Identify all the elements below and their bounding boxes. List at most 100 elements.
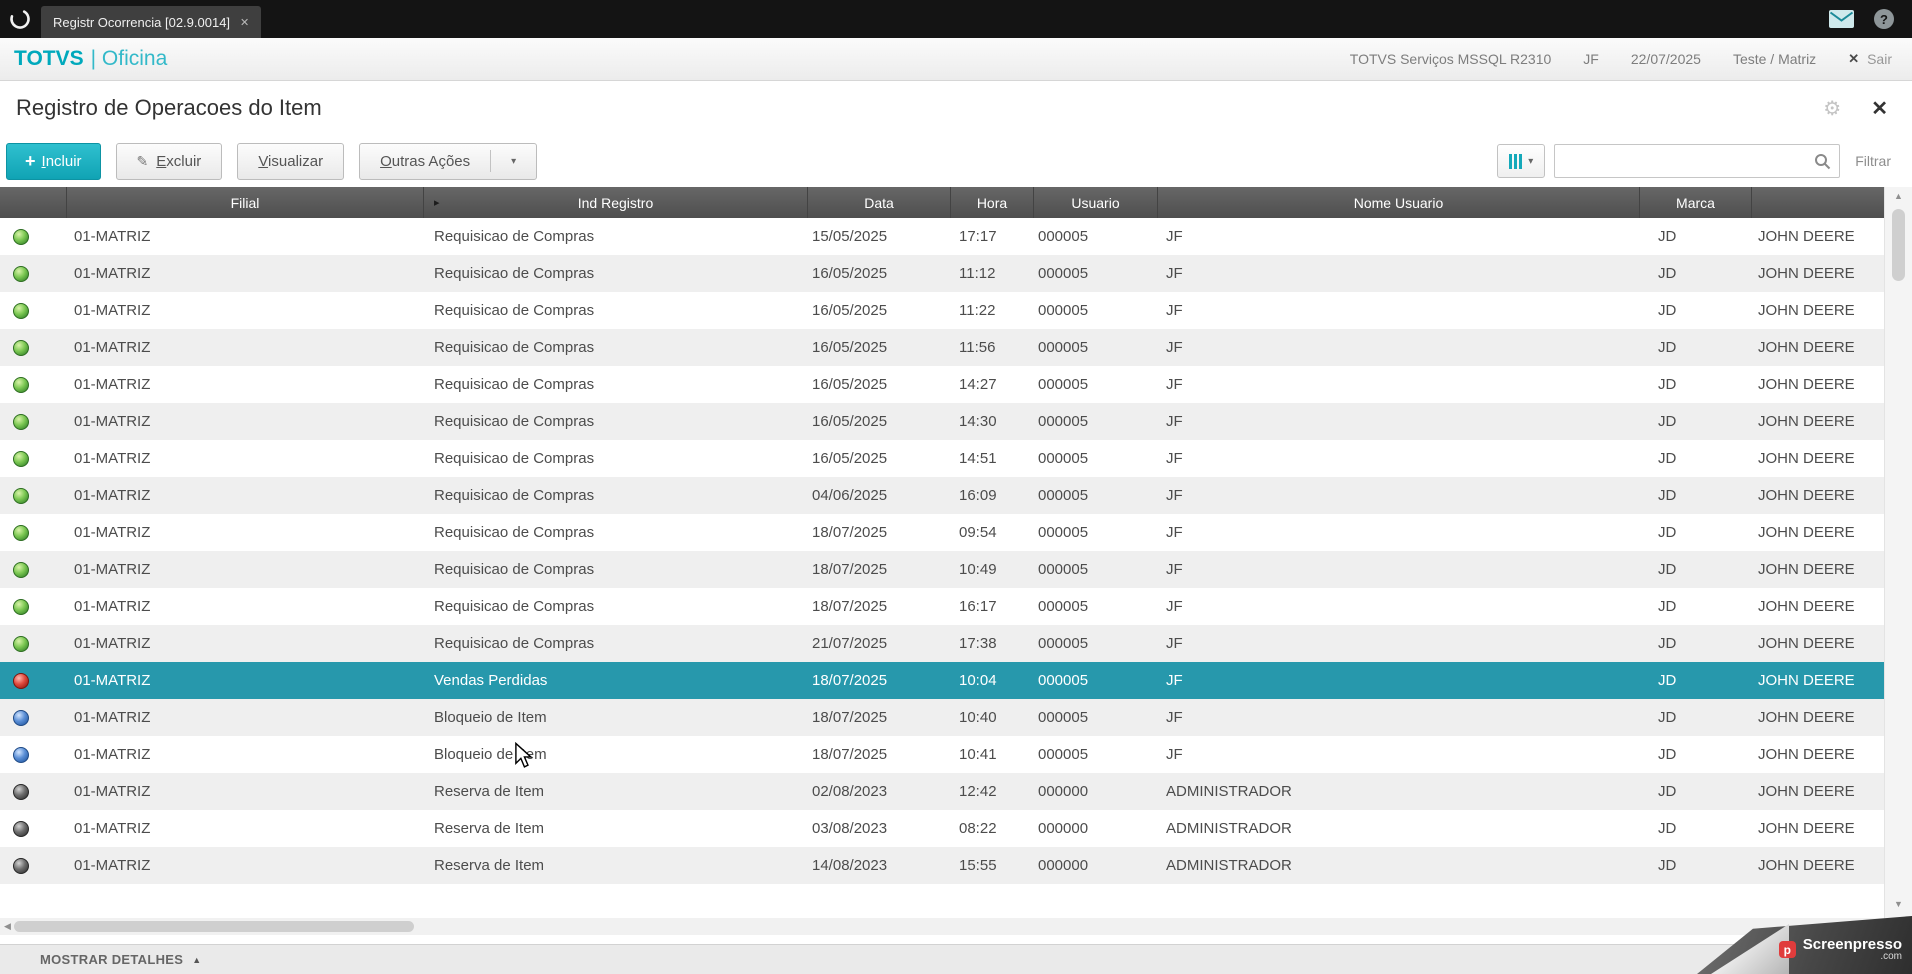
cell-data: 16/05/2025: [812, 265, 888, 282]
close-icon[interactable]: ✕: [1871, 96, 1888, 121]
mostrar-detalhes-toggle[interactable]: MOSTRAR DETALHES ▲: [0, 944, 1912, 974]
cell-marca: JD: [1658, 450, 1677, 467]
cell-usuario: 000000: [1038, 857, 1089, 874]
table-row[interactable]: 01-MATRIZ Requisicao de Compras 18/07/20…: [0, 551, 1884, 588]
cell-ind-registro: Requisicao de Compras: [434, 228, 595, 245]
status-icon: [13, 635, 29, 652]
visualizar-label: Visualizar: [258, 152, 324, 170]
cell-status: [0, 561, 67, 578]
table-row[interactable]: 01-MATRIZ Bloqueio de Item 18/07/2025 10…: [0, 699, 1884, 736]
cell-usuario: 000005: [1038, 487, 1089, 504]
cell-usuario: 000005: [1038, 524, 1089, 541]
logout-button[interactable]: ✕ Sair: [1848, 51, 1892, 67]
horizontal-scrollbar[interactable]: ◀ ▶: [0, 918, 1884, 935]
table-row[interactable]: 01-MATRIZ Vendas Perdidas 18/07/2025 10:…: [0, 662, 1884, 699]
cell-data: 18/07/2025: [812, 524, 888, 541]
cell-nome-usuario: ADMINISTRADOR: [1166, 783, 1292, 800]
column-header-hora[interactable]: Hora: [951, 187, 1034, 218]
cell-usuario: 000005: [1038, 450, 1089, 467]
column-header-usuario[interactable]: Usuario: [1034, 187, 1158, 218]
cell-nome-usuario: JF: [1166, 709, 1183, 726]
cell-ind-registro: Reserva de Item: [434, 820, 545, 837]
table-row[interactable]: 01-MATRIZ Requisicao de Compras 04/06/20…: [0, 477, 1884, 514]
horizontal-scroll-thumb[interactable]: [14, 921, 414, 932]
cell-hora: 15:55: [959, 857, 997, 874]
scroll-down-icon[interactable]: ▼: [1894, 899, 1903, 913]
brand-name: TOTVS: [14, 47, 84, 70]
table-row[interactable]: 01-MATRIZ Requisicao de Compras 16/05/20…: [0, 329, 1884, 366]
chevron-down-icon[interactable]: ▾: [511, 156, 516, 167]
current-column-marker-icon: ▸: [434, 197, 440, 209]
visualizar-button[interactable]: Visualizar: [237, 142, 345, 180]
cell-marca-desc: JOHN DEERE: [1758, 228, 1855, 245]
vertical-scroll-thumb[interactable]: [1892, 209, 1905, 281]
scroll-left-icon[interactable]: ◀: [4, 921, 11, 932]
cell-status: [0, 524, 67, 541]
search-icon[interactable]: [1814, 153, 1831, 170]
table-row[interactable]: 01-MATRIZ Requisicao de Compras 16/05/20…: [0, 403, 1884, 440]
excluir-button[interactable]: ✎ Excluir: [115, 142, 223, 180]
cell-data: 03/08/2023: [812, 820, 888, 837]
plus-icon: +: [25, 151, 36, 171]
cell-data: 16/05/2025: [812, 450, 888, 467]
table-row[interactable]: 01-MATRIZ Reserva de Item 03/08/2023 08:…: [0, 810, 1884, 847]
table-row[interactable]: 01-MATRIZ Requisicao de Compras 16/05/20…: [0, 440, 1884, 477]
column-header-marca[interactable]: Marca: [1640, 187, 1752, 218]
cell-marca-desc: JOHN DEERE: [1758, 598, 1855, 615]
cell-data: 16/05/2025: [812, 302, 888, 319]
cell-filial: 01-MATRIZ: [74, 783, 151, 800]
columns-icon: [1509, 153, 1523, 169]
incluir-button[interactable]: + Incluir: [6, 142, 101, 180]
cell-hora: 08:22: [959, 820, 997, 837]
table-row[interactable]: 01-MATRIZ Requisicao de Compras 15/05/20…: [0, 218, 1884, 255]
cell-marca: JD: [1658, 265, 1677, 282]
cell-ind-registro: Requisicao de Compras: [434, 413, 595, 430]
table-row[interactable]: 01-MATRIZ Reserva de Item 14/08/2023 15:…: [0, 847, 1884, 884]
cell-ind-registro: Bloqueio de Item: [434, 709, 547, 726]
cell-ind-registro: Requisicao de Compras: [434, 487, 595, 504]
column-header-nome-usuario[interactable]: Nome Usuario: [1158, 187, 1640, 218]
outras-acoes-button[interactable]: Outras Ações ▾: [359, 142, 538, 180]
cell-usuario: 000005: [1038, 413, 1089, 430]
column-picker-button[interactable]: ▾: [1497, 144, 1546, 178]
table-row[interactable]: 01-MATRIZ Requisicao de Compras 16/05/20…: [0, 366, 1884, 403]
table-row[interactable]: 01-MATRIZ Requisicao de Compras 18/07/20…: [0, 588, 1884, 625]
search-input[interactable]: [1555, 153, 1815, 169]
table-row[interactable]: 01-MATRIZ Requisicao de Compras 21/07/20…: [0, 625, 1884, 662]
column-header-filial[interactable]: Filial: [67, 187, 424, 218]
table-row[interactable]: 01-MATRIZ Requisicao de Compras 16/05/20…: [0, 292, 1884, 329]
tab-close-icon[interactable]: ✕: [240, 16, 249, 29]
cell-filial: 01-MATRIZ: [74, 487, 151, 504]
table-row[interactable]: 01-MATRIZ Reserva de Item 02/08/2023 12:…: [0, 773, 1884, 810]
cell-marca: JD: [1658, 672, 1677, 689]
column-header-ind-registro[interactable]: ▸ Ind Registro: [424, 187, 808, 218]
cell-hora: 10:40: [959, 709, 997, 726]
cell-ind-registro: Requisicao de Compras: [434, 635, 595, 652]
help-icon[interactable]: ?: [1874, 9, 1894, 29]
status-icon: [13, 746, 29, 763]
gear-icon[interactable]: ⚙: [1823, 96, 1841, 121]
app-logo-icon: [9, 8, 31, 30]
cell-marca: JD: [1658, 487, 1677, 504]
cell-ind-registro: Requisicao de Compras: [434, 265, 595, 282]
mostrar-detalhes-label: MOSTRAR DETALHES: [40, 952, 184, 967]
window-tab[interactable]: Registr Ocorrencia [02.9.0014] ✕: [41, 6, 262, 38]
date-label: 22/07/2025: [1630, 51, 1701, 67]
table-row[interactable]: 01-MATRIZ Bloqueio de Item 18/07/2025 10…: [0, 736, 1884, 773]
vertical-scrollbar[interactable]: ▲ ▼: [1884, 187, 1912, 935]
title-actions: ⚙ ✕: [1823, 96, 1896, 121]
cell-filial: 01-MATRIZ: [74, 413, 151, 430]
column-header-data[interactable]: Data: [808, 187, 951, 218]
cell-data: 21/07/2025: [812, 635, 888, 652]
scroll-up-icon[interactable]: ▲: [1894, 191, 1903, 205]
cell-data: 16/05/2025: [812, 413, 888, 430]
scroll-right-icon[interactable]: ▶: [1873, 921, 1880, 932]
page-title: Registro de Operacoes do Item: [16, 95, 322, 120]
table-row[interactable]: 01-MATRIZ Requisicao de Compras 18/07/20…: [0, 514, 1884, 551]
excluir-label: Excluir: [156, 152, 202, 170]
table-row[interactable]: 01-MATRIZ Requisicao de Compras 16/05/20…: [0, 255, 1884, 292]
status-icon: [13, 783, 29, 800]
status-icon: [13, 487, 29, 504]
mail-icon[interactable]: [1829, 10, 1854, 28]
cell-data: 16/05/2025: [812, 376, 888, 393]
